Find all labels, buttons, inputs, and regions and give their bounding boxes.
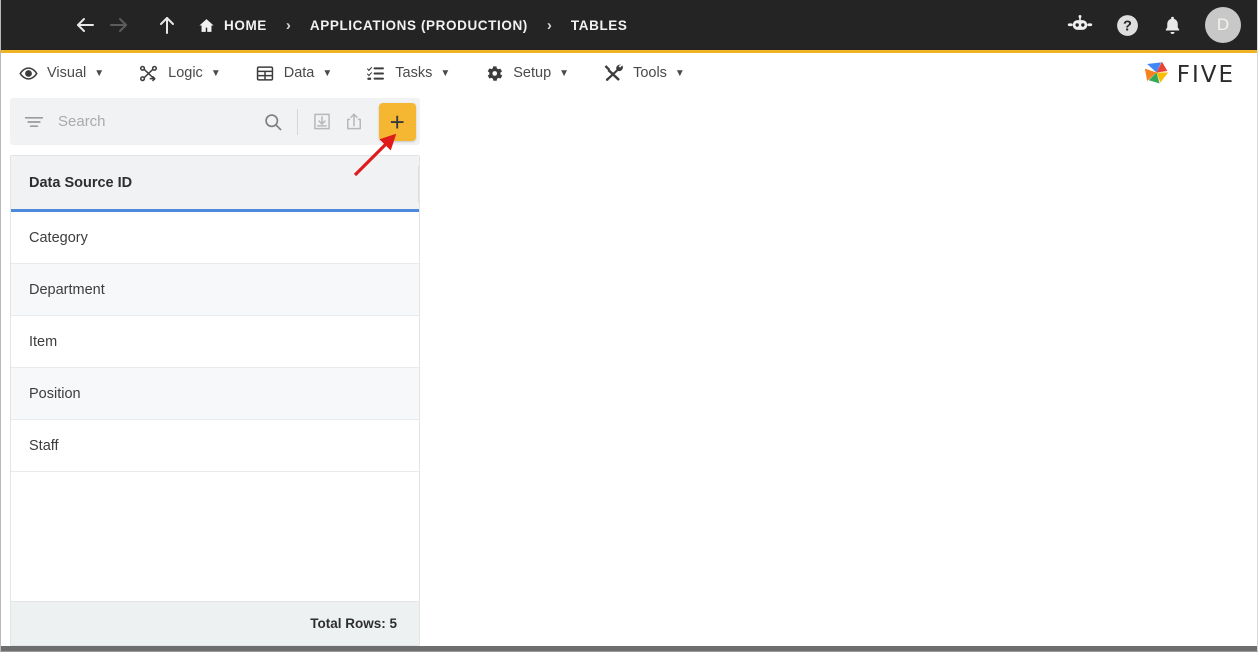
five-pinwheel-logo <box>1141 57 1172 93</box>
breadcrumb-item-applications[interactable]: APPLICATIONS (PRODUCTION) <box>310 18 528 33</box>
menu-item-logic[interactable]: Logic ▼ <box>138 64 221 83</box>
export-share-icon[interactable] <box>338 105 370 139</box>
main-menu-bar: Visual ▼ Logic ▼ Data ▼ Tasks ▼ Setup ▼ … <box>1 53 1257 94</box>
add-row-button[interactable]: + <box>378 102 416 141</box>
column-header-data-source-id[interactable]: Data Source ID <box>29 175 132 191</box>
menu-label-visual: Visual <box>47 65 87 81</box>
grid-footer: Total Rows: 5 <box>11 601 419 645</box>
back-arrow-icon[interactable] <box>68 8 102 42</box>
cell-data-source-id: Position <box>29 385 81 402</box>
checklist-icon <box>366 64 386 83</box>
menu-label-tasks: Tasks <box>395 65 433 81</box>
breadcrumb-label-applications: APPLICATIONS (PRODUCTION) <box>309 17 528 33</box>
cell-data-source-id: Staff <box>29 437 59 454</box>
menu-label-tools: Tools <box>633 65 667 81</box>
grid-header-row: Data Source ID <box>11 156 419 212</box>
chevron-down-icon: ▼ <box>322 67 333 79</box>
breadcrumb-item-tables[interactable]: TABLES <box>571 18 628 33</box>
menu-label-setup: Setup <box>513 65 552 81</box>
home-icon <box>198 17 215 34</box>
brand-name: FIVE <box>1176 62 1235 88</box>
up-arrow-icon[interactable] <box>150 8 184 42</box>
toolbar-divider <box>296 108 298 135</box>
breadcrumb-label-tables: TABLES <box>570 17 628 33</box>
brand-logo-area: FIVE <box>1141 57 1235 93</box>
menu-item-data[interactable]: Data ▼ <box>255 64 333 83</box>
table-row[interactable]: Item <box>11 316 419 368</box>
cell-data-source-id: Item <box>29 333 58 350</box>
menu-item-visual[interactable]: Visual ▼ <box>19 64 104 83</box>
table-row[interactable]: Category <box>11 212 419 264</box>
chevron-down-icon: ▼ <box>210 67 221 79</box>
breadcrumb-separator-icon-2: › <box>546 16 552 34</box>
plus-icon: + <box>389 106 405 137</box>
table-row[interactable]: Position <box>11 368 419 420</box>
horizontal-scrollbar[interactable] <box>1 646 1257 651</box>
gear-icon <box>484 63 504 83</box>
bot-icon[interactable] <box>1067 14 1093 36</box>
menu-item-tasks[interactable]: Tasks ▼ <box>366 64 450 83</box>
help-icon[interactable]: ? <box>1115 13 1140 38</box>
table-row[interactable]: Department <box>11 264 419 316</box>
tools-wrench-hammer-icon <box>603 63 624 83</box>
search-input[interactable] <box>58 113 257 130</box>
breadcrumb-label-home: HOME <box>224 17 267 33</box>
menu-label-data: Data <box>283 65 315 81</box>
tables-panel: + Data Source ID Category Department Ite… <box>10 98 420 646</box>
topbar-actions: ? D <box>1067 0 1241 50</box>
cell-data-source-id: Department <box>29 281 105 298</box>
data-source-grid: Data Source ID Category Department Item … <box>10 155 420 646</box>
breadcrumb-item-home[interactable]: HOME <box>198 17 267 34</box>
chevron-down-icon: ▼ <box>440 67 451 79</box>
top-navigation-bar: HOME › APPLICATIONS (PRODUCTION) › TABLE… <box>1 0 1257 53</box>
chevron-down-icon: ▼ <box>94 67 105 79</box>
table-grid-icon <box>255 64 275 83</box>
chevron-down-icon: ▼ <box>674 67 685 79</box>
user-avatar[interactable]: D <box>1205 7 1241 43</box>
menu-label-logic: Logic <box>168 65 203 81</box>
forward-arrow-icon[interactable] <box>102 8 136 42</box>
grid-toolbar: + <box>10 98 420 145</box>
application-window: HOME › APPLICATIONS (PRODUCTION) › TABLE… <box>0 0 1258 652</box>
grid-body: Category Department Item Position Staff <box>11 212 419 601</box>
eye-icon <box>19 64 38 83</box>
column-resize-handle[interactable] <box>418 166 419 203</box>
cell-data-source-id: Category <box>29 229 88 246</box>
search-icon[interactable] <box>257 105 289 139</box>
breadcrumb-separator-icon: › <box>285 16 291 34</box>
filter-icon[interactable] <box>24 114 44 130</box>
total-rows-label: Total Rows: 5 <box>310 616 397 631</box>
hamburger-menu-icon[interactable] <box>23 20 45 30</box>
svg-text:?: ? <box>1123 18 1132 34</box>
table-row[interactable]: Staff <box>11 420 419 472</box>
avatar-initial: D <box>1216 15 1230 34</box>
chevron-down-icon: ▼ <box>559 67 570 79</box>
notifications-bell-icon[interactable] <box>1162 14 1183 37</box>
breadcrumb: HOME › APPLICATIONS (PRODUCTION) › TABLE… <box>198 17 628 34</box>
nodes-graph-icon <box>138 64 159 83</box>
menu-item-tools[interactable]: Tools ▼ <box>603 63 685 83</box>
import-download-icon[interactable] <box>306 105 338 139</box>
menu-item-setup[interactable]: Setup ▼ <box>484 63 569 83</box>
